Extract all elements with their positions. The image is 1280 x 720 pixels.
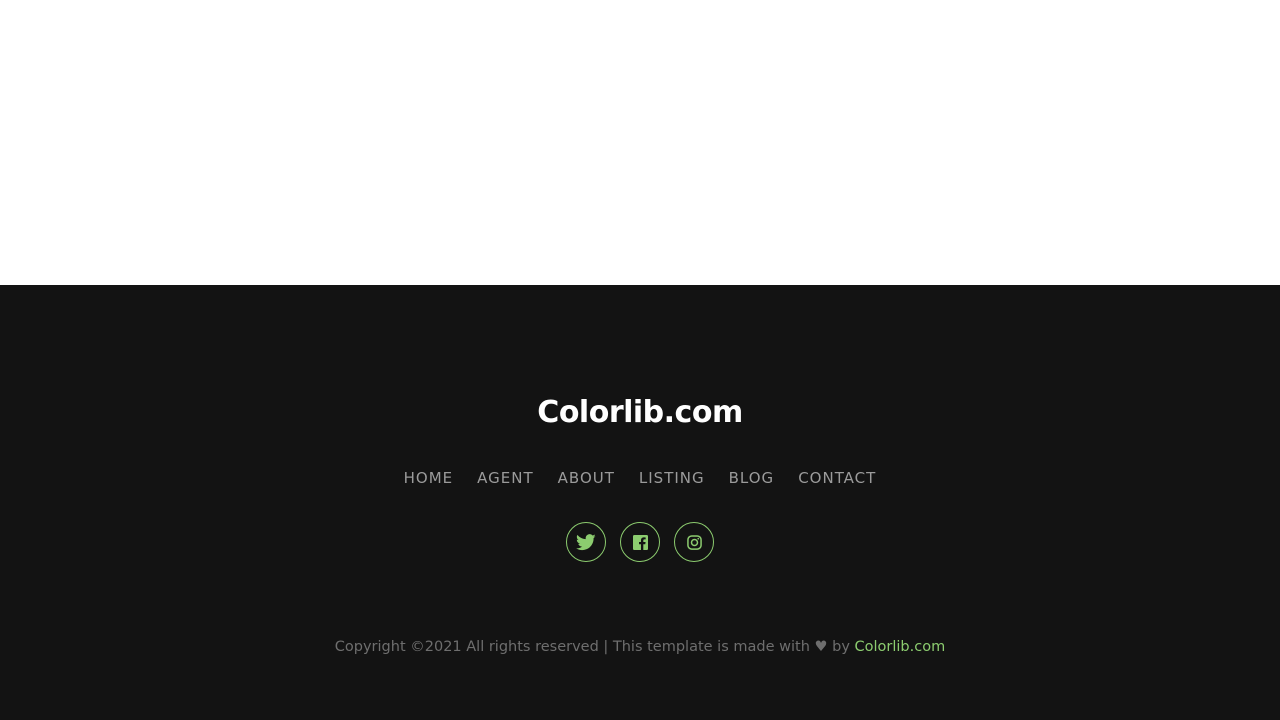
nav-item-contact[interactable]: CONTACT	[798, 468, 876, 488]
twitter-icon	[576, 533, 596, 551]
instagram-icon	[686, 534, 702, 550]
twitter-button[interactable]	[566, 522, 606, 562]
copyright-prefix: Copyright ©2021 All rights reserved | Th…	[334, 639, 810, 655]
page-content-area	[0, 0, 1280, 285]
site-footer: Colorlib.com HOME AGENT ABOUT LISTING BL…	[0, 285, 1280, 720]
nav-item-about[interactable]: ABOUT	[558, 468, 615, 488]
footer-brand[interactable]: Colorlib.com	[0, 393, 1280, 433]
footer-nav: HOME AGENT ABOUT LISTING BLOG CONTACT	[0, 468, 1280, 488]
nav-item-blog[interactable]: BLOG	[729, 468, 775, 488]
facebook-icon	[632, 534, 648, 550]
social-links	[0, 522, 1280, 562]
colorlib-link[interactable]: Colorlib.com	[855, 639, 946, 655]
nav-item-listing[interactable]: LISTING	[639, 468, 705, 488]
nav-item-home[interactable]: HOME	[404, 468, 454, 488]
instagram-button[interactable]	[674, 522, 714, 562]
nav-item-agent[interactable]: AGENT	[477, 468, 533, 488]
copyright-text: Copyright ©2021 All rights reserved | Th…	[0, 637, 1280, 657]
heart-icon: ♥	[814, 639, 828, 655]
copyright-by: by	[832, 639, 850, 655]
facebook-button[interactable]	[620, 522, 660, 562]
